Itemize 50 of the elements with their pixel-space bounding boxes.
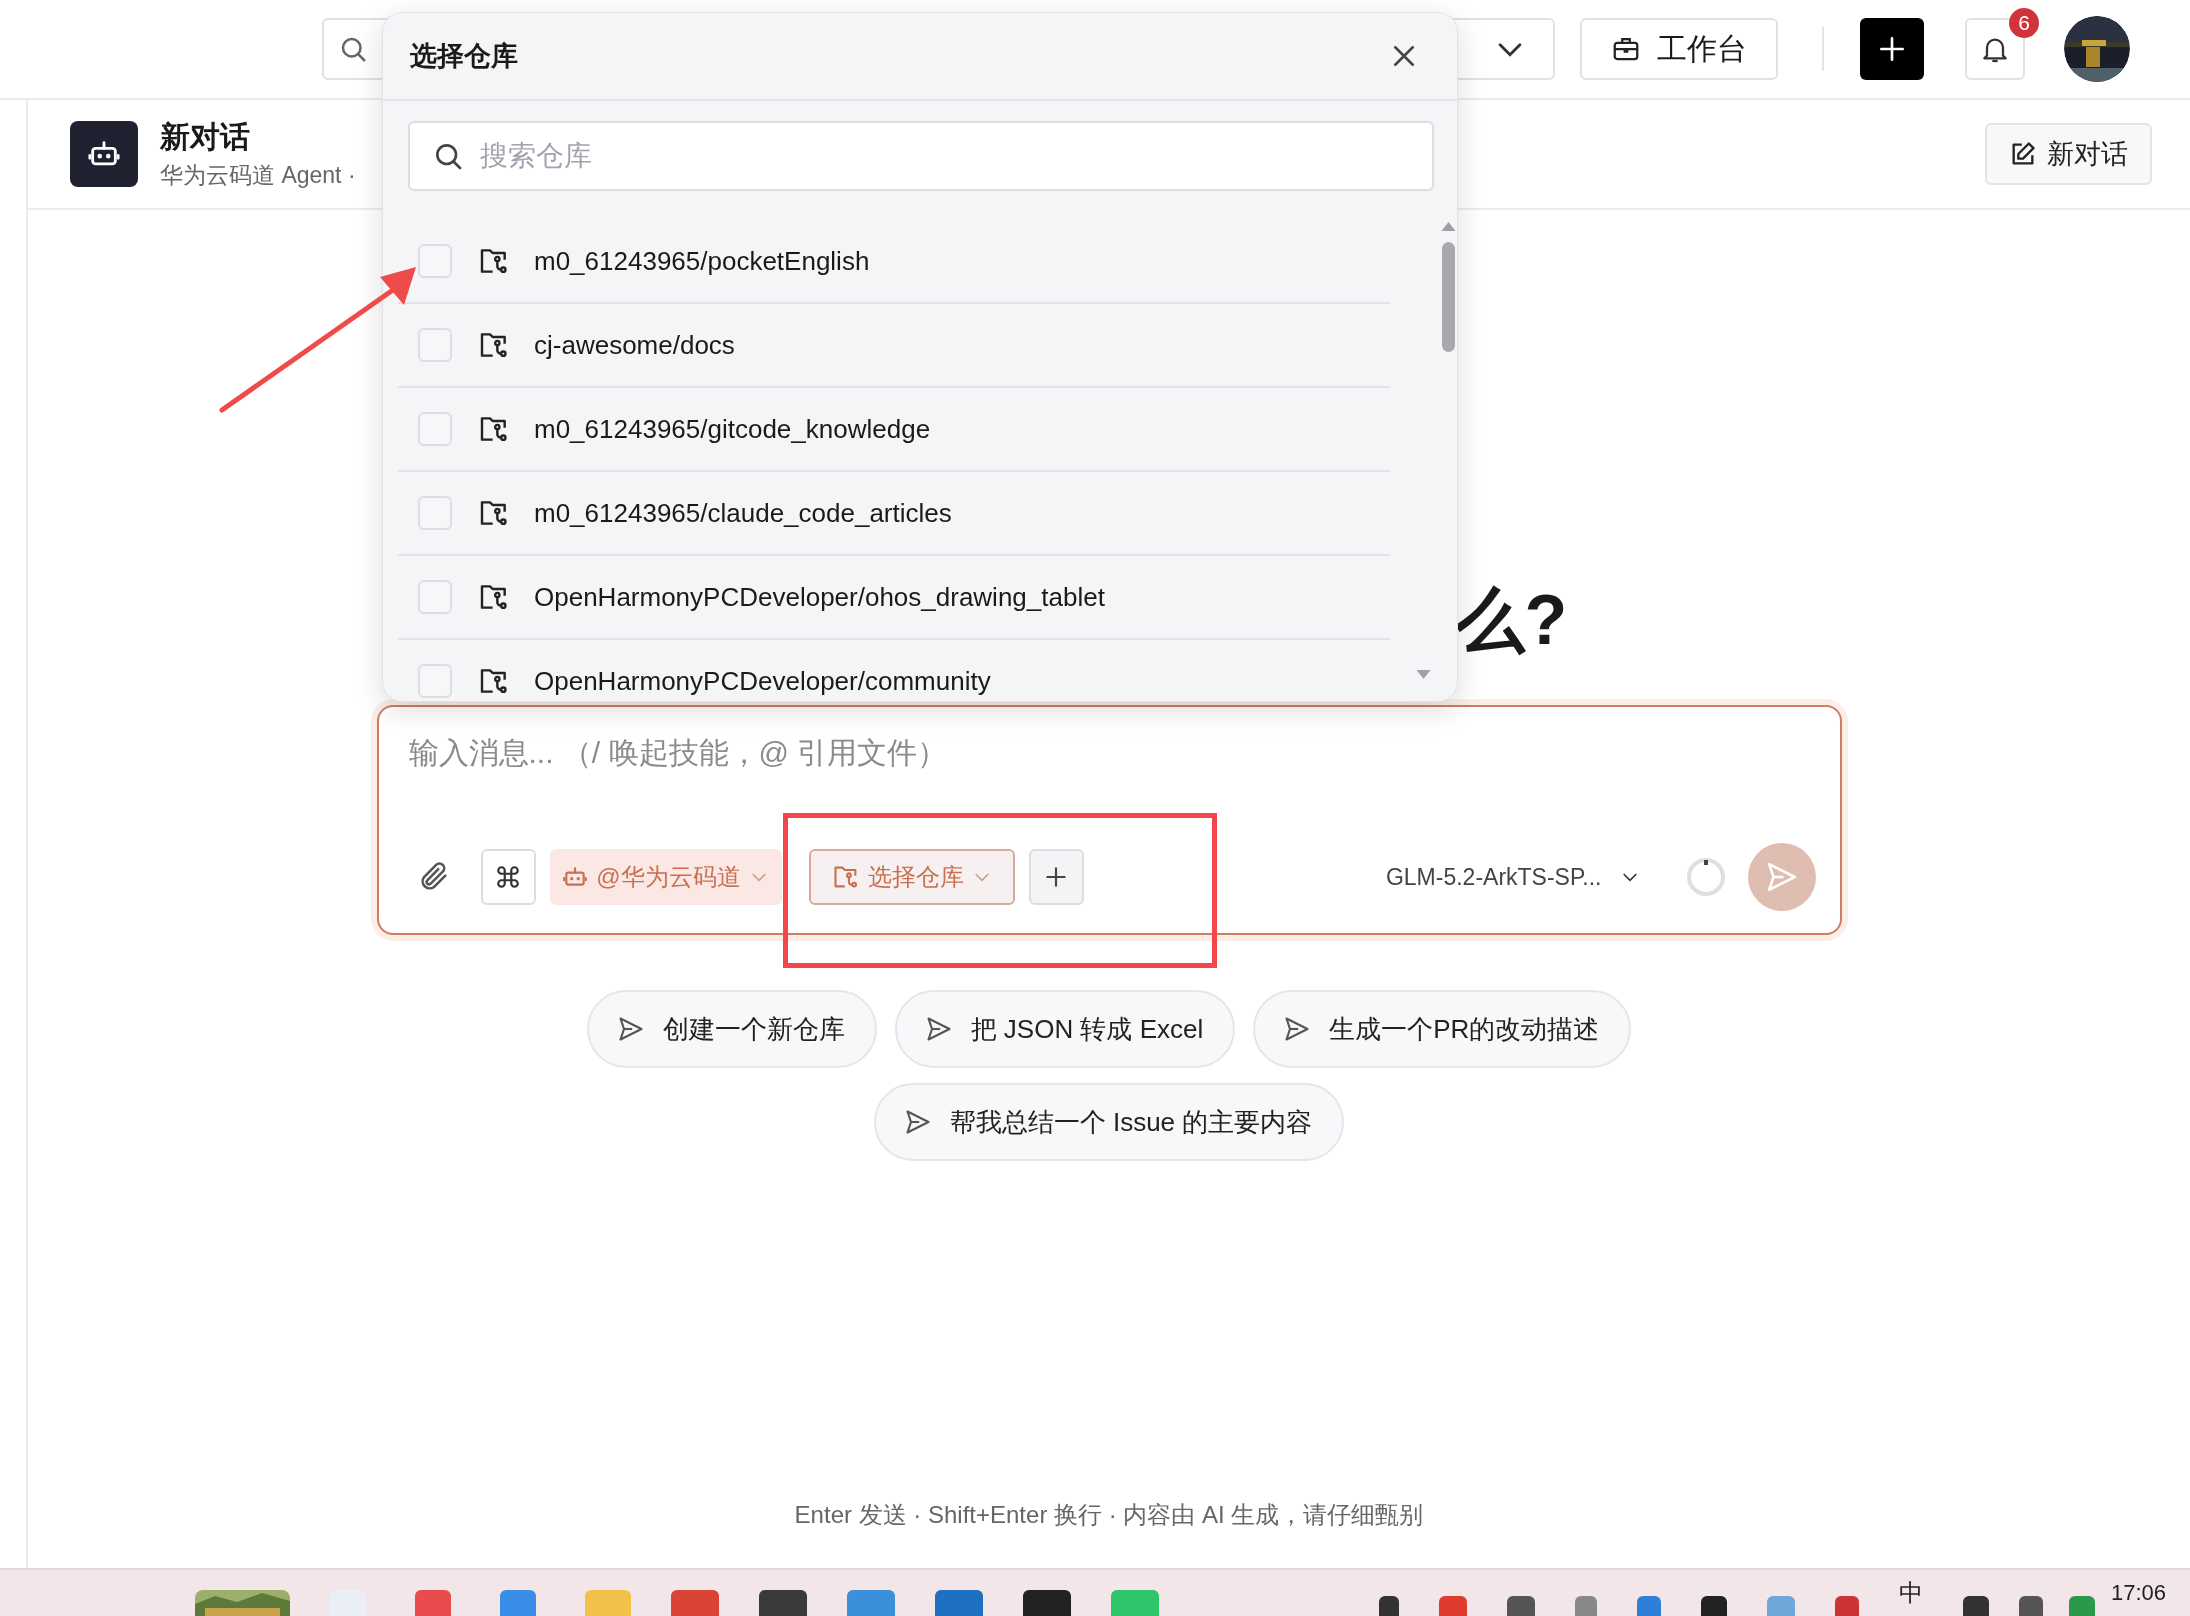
heading: 么?	[1454, 581, 1568, 659]
send-icon	[616, 1015, 645, 1043]
app-icon[interactable]	[759, 1590, 807, 1616]
checkbox[interactable]	[418, 496, 452, 530]
checkbox[interactable]	[418, 580, 452, 614]
dialog-title: 选择仓库	[410, 40, 519, 73]
send-icon	[924, 1015, 953, 1043]
command-button[interactable]	[480, 849, 536, 905]
chat-subtitle: 华为云码道 Agent ·	[160, 161, 356, 190]
suggestion-chip[interactable]: 创建一个新仓库	[586, 990, 877, 1068]
workbench-button[interactable]: 工作台	[1580, 18, 1778, 80]
checkbox[interactable]	[418, 664, 452, 698]
tray-icon[interactable]	[1507, 1596, 1535, 1616]
plus-icon	[1043, 864, 1069, 890]
send-icon	[903, 1108, 932, 1136]
message-field[interactable]: 输入消息... （/ 唤起技能，@ 引用文件）	[402, 727, 1816, 791]
suggestion-chip[interactable]: 帮我总结一个 Issue 的主要内容	[873, 1083, 1345, 1161]
app-icon[interactable]	[671, 1590, 719, 1616]
tray-icon[interactable]	[2019, 1596, 2043, 1616]
repo-row[interactable]: cj-awesome/docs	[398, 304, 1390, 388]
checkbox[interactable]	[418, 244, 452, 278]
notification-badge: 6	[2009, 8, 2039, 38]
search-input[interactable]: 搜索仓库	[478, 139, 1432, 173]
app-icon[interactable]	[415, 1590, 451, 1616]
chat-title: 新对话	[160, 119, 251, 155]
repo-row[interactable]: OpenHarmonyPCDeveloper/community	[398, 640, 1390, 701]
app-icon[interactable]	[1023, 1590, 1071, 1616]
repo-row[interactable]: m0_61243965/claude_code_articles	[398, 472, 1390, 556]
clock[interactable]: 17:06	[2110, 1580, 2166, 1606]
search-field[interactable]: 搜索仓库	[408, 121, 1434, 191]
model-selector[interactable]: GLM-5.2-ArkTS-SP...	[1379, 862, 1646, 892]
suggestion-chip[interactable]: 把 JSON 转成 Excel	[894, 990, 1236, 1068]
app-icon[interactable]	[935, 1590, 983, 1616]
suggestion-chip[interactable]: 生成一个PR的改动描述	[1253, 990, 1632, 1068]
command-icon	[495, 864, 521, 890]
footer-note: Enter 发送 · Shift+Enter 换行 · 内容由 AI 生成，请仔细甄别	[794, 1500, 1424, 1530]
app-icon[interactable]	[500, 1590, 536, 1616]
create-button[interactable]	[1860, 18, 1924, 80]
loading-spinner	[1685, 857, 1726, 897]
checkbox[interactable]	[418, 412, 452, 446]
tray-icon[interactable]	[1379, 1596, 1399, 1616]
tray-icon[interactable]	[1701, 1596, 1727, 1616]
repo-row[interactable]: OpenHarmonyPCDeveloper/ohos_drawing_tablet	[398, 556, 1390, 640]
app-icon[interactable]	[847, 1590, 895, 1616]
checkbox[interactable]	[418, 328, 452, 362]
input-method-indicator[interactable]: 中	[1899, 1577, 1923, 1609]
new-chat-button[interactable]: 新对话	[1985, 123, 2152, 185]
add-button[interactable]	[1028, 849, 1084, 905]
tray-icon[interactable]	[1963, 1596, 1989, 1616]
repo-row[interactable]: m0_61243965/gitcode_knowledge	[398, 388, 1390, 472]
